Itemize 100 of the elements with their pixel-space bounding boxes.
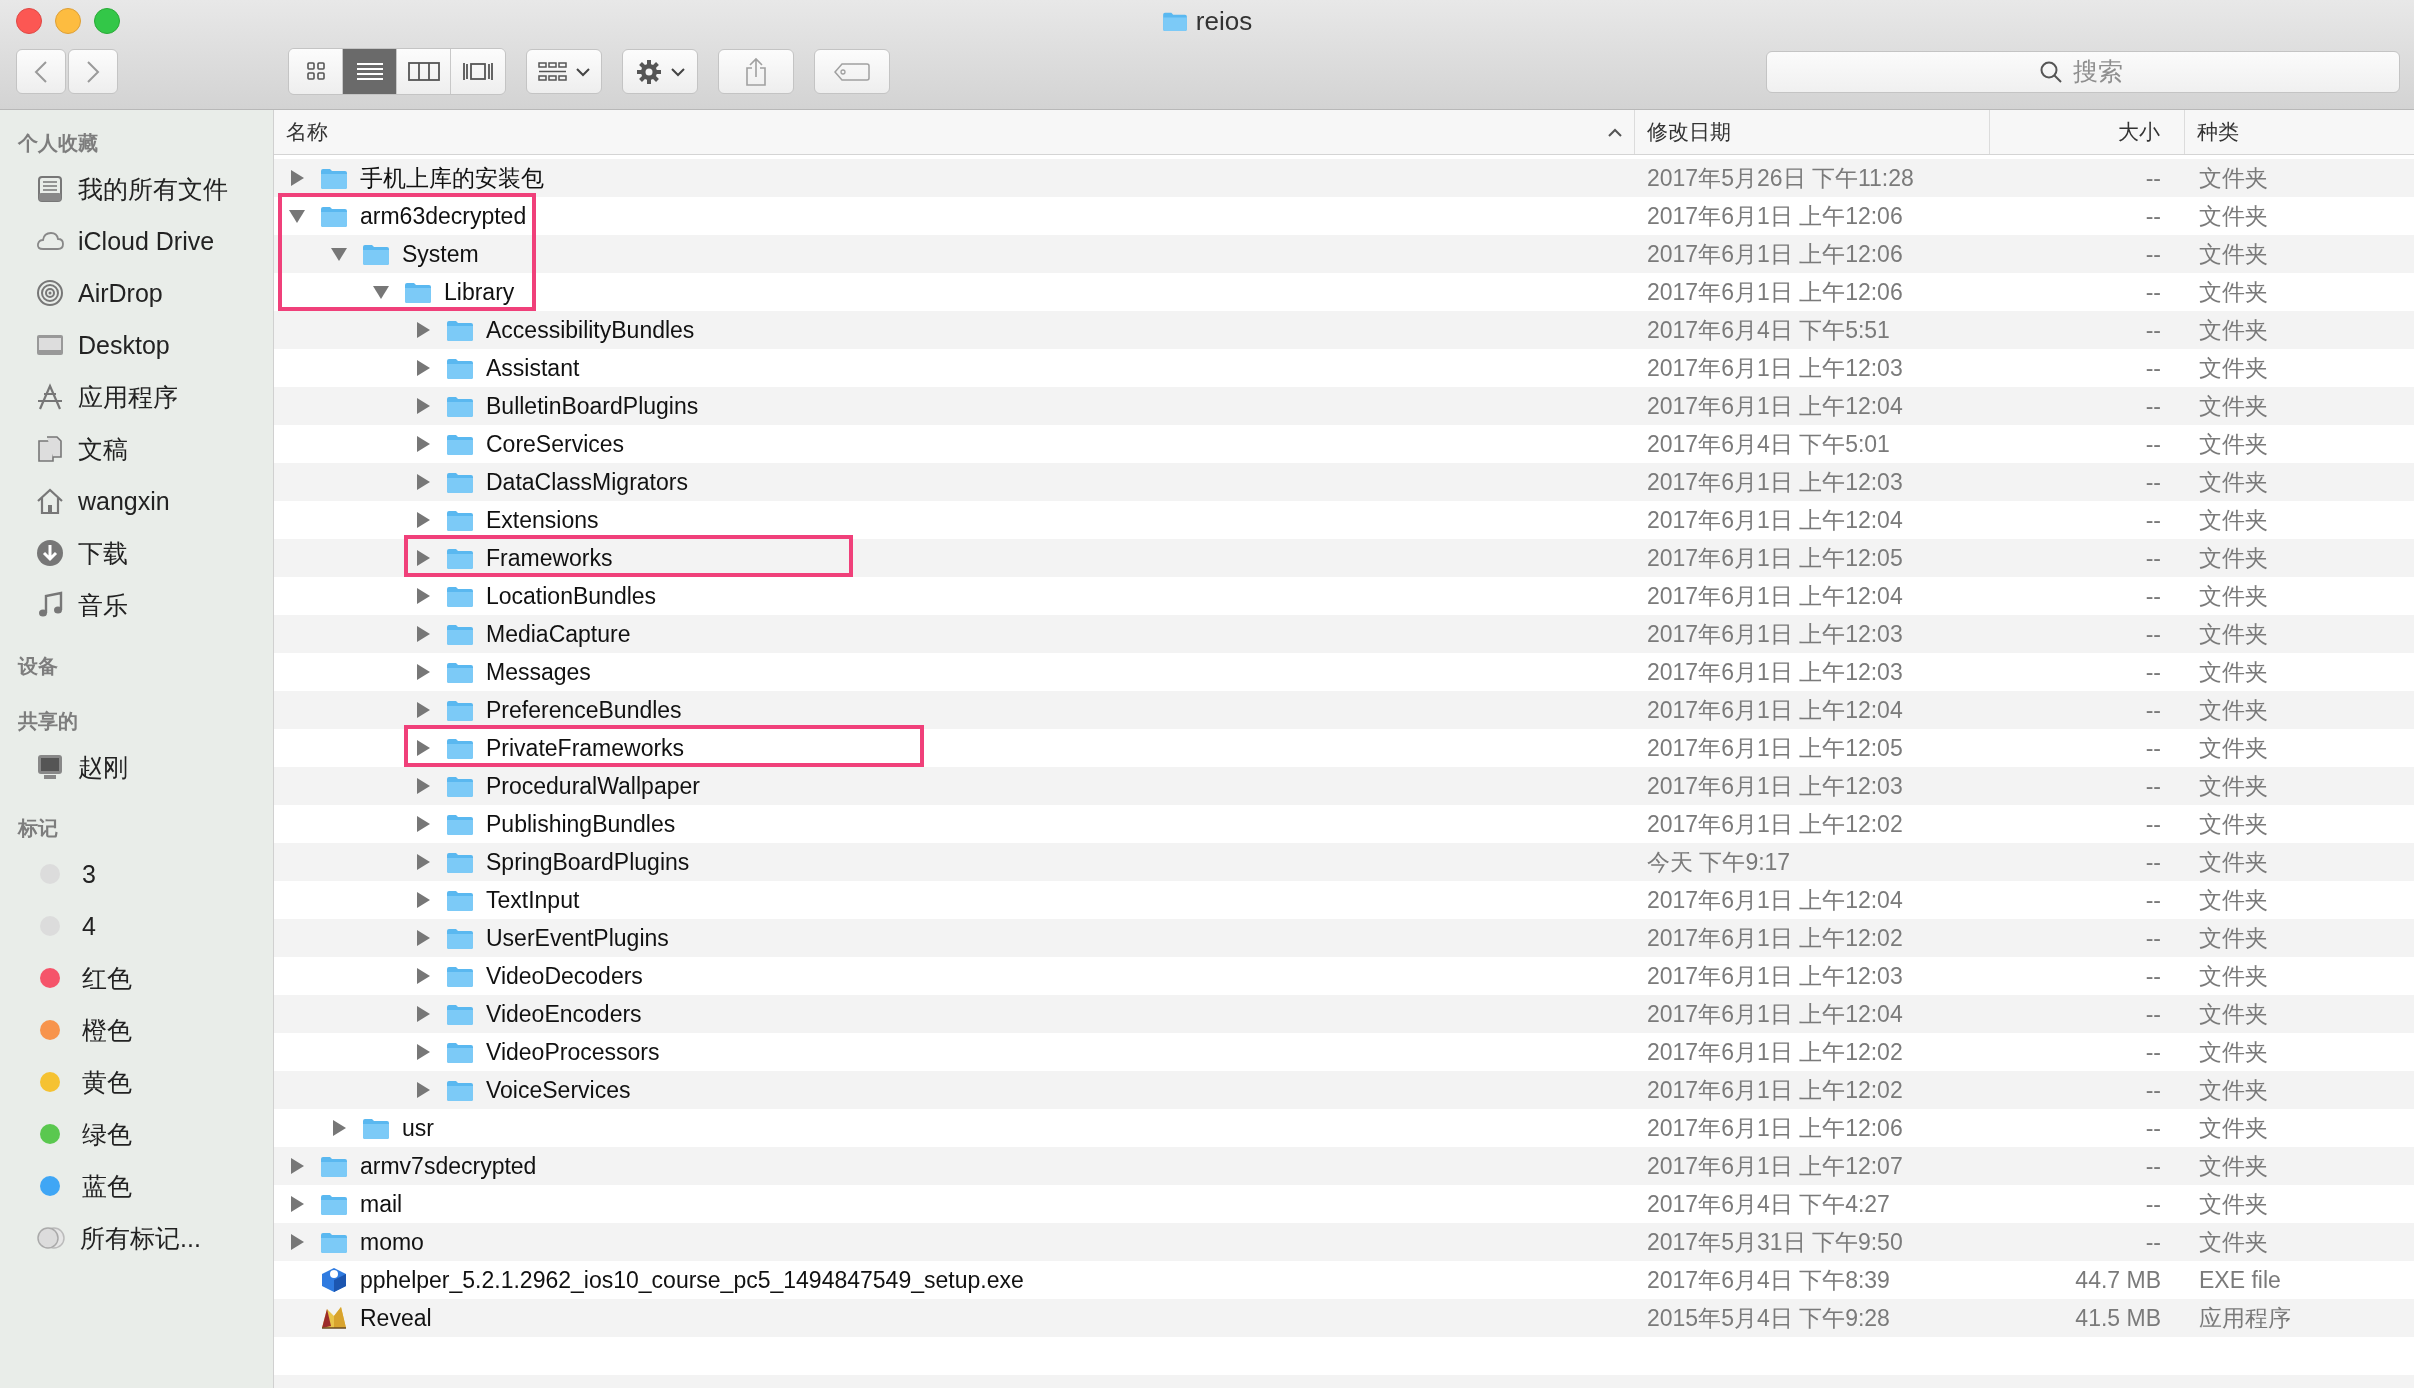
file-name[interactable]: pphelper_5.2.1.2962_ios10_course_pc5_1494847549_setup.exe xyxy=(360,1266,1024,1294)
view-mode-button[interactable] xyxy=(289,49,343,94)
sidebar-item[interactable]: 橙色 xyxy=(0,1004,273,1056)
file-row[interactable]: System 2017年6月1日 上午12:06 -- 文件夹 xyxy=(274,235,2414,273)
action-button[interactable] xyxy=(622,49,698,94)
file-row[interactable]: VoiceServices 2017年6月1日 上午12:02 -- 文件夹 xyxy=(274,1071,2414,1109)
file-name[interactable]: PrivateFrameworks xyxy=(486,734,685,762)
file-name[interactable]: CoreServices xyxy=(486,430,625,458)
file-row[interactable]: UserEventPlugins 2017年6月1日 上午12:02 -- 文件夹 xyxy=(274,919,2414,957)
file-name[interactable]: AccessibilityBundles xyxy=(486,316,695,344)
sidebar-item[interactable]: 3 xyxy=(0,848,273,900)
sidebar-item[interactable]: 我的所有文件 xyxy=(0,163,273,215)
file-row[interactable]: AccessibilityBundles 2017年6月4日 下午5:51 -- 文件夹 xyxy=(274,311,2414,349)
disclosure-triangle-right-icon[interactable] xyxy=(414,359,432,377)
file-name[interactable]: VoiceServices xyxy=(486,1076,631,1104)
disclosure-triangle-right-icon[interactable] xyxy=(414,549,432,567)
sidebar-item[interactable]: AirDrop xyxy=(0,267,273,319)
disclosure-triangle-right-icon[interactable] xyxy=(414,587,432,605)
file-name[interactable]: mail xyxy=(360,1190,403,1218)
file-name[interactable]: Messages xyxy=(486,658,591,686)
file-name[interactable]: MediaCapture xyxy=(486,620,631,648)
disclosure-triangle-right-icon[interactable] xyxy=(414,891,432,909)
disclosure-triangle-right-icon[interactable] xyxy=(414,435,432,453)
view-mode-button[interactable] xyxy=(397,49,451,94)
disclosure-triangle-right-icon[interactable] xyxy=(414,967,432,985)
file-name[interactable]: BulletinBoardPlugins xyxy=(486,392,699,420)
share-button[interactable] xyxy=(718,49,794,94)
disclosure-triangle-right-icon[interactable] xyxy=(414,929,432,947)
file-name[interactable]: VideoDecoders xyxy=(486,962,643,990)
file-row[interactable]: ProceduralWallpaper 2017年6月1日 上午12:03 -- 文件夹 xyxy=(274,767,2414,805)
file-name[interactable]: momo xyxy=(360,1228,424,1256)
sidebar-item[interactable]: 应用程序 xyxy=(0,371,273,423)
file-name[interactable]: Extensions xyxy=(486,506,599,534)
file-name[interactable]: VideoProcessors xyxy=(486,1038,660,1066)
file-name[interactable]: Frameworks xyxy=(486,544,613,572)
file-name[interactable]: ProceduralWallpaper xyxy=(486,772,700,800)
close-button[interactable] xyxy=(16,8,42,34)
file-row[interactable]: BulletinBoardPlugins 2017年6月1日 上午12:04 -- 文件夹 xyxy=(274,387,2414,425)
sidebar-item[interactable]: 红色 xyxy=(0,952,273,1004)
column-header[interactable]: 大小 xyxy=(1990,110,2185,154)
sidebar-item[interactable]: 蓝色 xyxy=(0,1160,273,1212)
sidebar-item[interactable]: 文稿 xyxy=(0,423,273,475)
view-mode-button[interactable] xyxy=(451,49,505,94)
disclosure-triangle-right-icon[interactable] xyxy=(414,473,432,491)
file-row[interactable]: Reveal 2015年5月4日 下午9:28 41.5 MB 应用程序 xyxy=(274,1299,2414,1337)
file-name[interactable]: PublishingBundles xyxy=(486,810,676,838)
file-name[interactable]: LocationBundles xyxy=(486,582,657,610)
file-row[interactable]: VideoEncoders 2017年6月1日 上午12:04 -- 文件夹 xyxy=(274,995,2414,1033)
disclosure-triangle-down-icon[interactable] xyxy=(372,283,390,301)
file-row[interactable]: PreferenceBundles 2017年6月1日 上午12:04 -- 文件夹 xyxy=(274,691,2414,729)
file-name[interactable]: DataClassMigrators xyxy=(486,468,688,496)
disclosure-triangle-right-icon[interactable] xyxy=(288,1157,306,1175)
arrange-button[interactable] xyxy=(526,49,602,94)
file-name[interactable]: SpringBoardPlugins xyxy=(486,848,690,876)
forward-button[interactable] xyxy=(68,49,118,94)
disclosure-triangle-right-icon[interactable] xyxy=(330,1119,348,1137)
file-name[interactable]: System xyxy=(402,240,479,268)
sidebar-item[interactable]: wangxin xyxy=(0,475,273,527)
sidebar-item[interactable]: Desktop xyxy=(0,319,273,371)
disclosure-triangle-down-icon[interactable] xyxy=(330,245,348,263)
file-name[interactable]: Reveal xyxy=(360,1304,432,1332)
disclosure-triangle-down-icon[interactable] xyxy=(288,207,306,225)
disclosure-triangle-right-icon[interactable] xyxy=(414,1005,432,1023)
disclosure-triangle-right-icon[interactable] xyxy=(414,625,432,643)
file-row[interactable]: MediaCapture 2017年6月1日 上午12:03 -- 文件夹 xyxy=(274,615,2414,653)
disclosure-triangle-right-icon[interactable] xyxy=(414,777,432,795)
disclosure-triangle-right-icon[interactable] xyxy=(414,1043,432,1061)
disclosure-triangle-right-icon[interactable] xyxy=(288,169,306,187)
back-button[interactable] xyxy=(16,49,66,94)
file-row[interactable]: 手机上库的安装包 2017年5月26日 下午11:28 -- 文件夹 xyxy=(274,159,2414,197)
view-mode-button[interactable] xyxy=(343,49,397,94)
sidebar-item[interactable]: 下载 xyxy=(0,527,273,579)
file-row[interactable]: DataClassMigrators 2017年6月1日 上午12:03 -- 文件夹 xyxy=(274,463,2414,501)
file-name[interactable]: UserEventPlugins xyxy=(486,924,669,952)
disclosure-triangle-right-icon[interactable] xyxy=(414,321,432,339)
disclosure-triangle-right-icon[interactable] xyxy=(414,663,432,681)
disclosure-triangle-right-icon[interactable] xyxy=(414,853,432,871)
file-name[interactable]: armv7sdecrypted xyxy=(360,1152,537,1180)
disclosure-triangle-right-icon[interactable] xyxy=(414,1081,432,1099)
sidebar-item[interactable]: iCloud Drive xyxy=(0,215,273,267)
sidebar-item[interactable]: 绿色 xyxy=(0,1108,273,1160)
file-row[interactable]: momo 2017年5月31日 下午9:50 -- 文件夹 xyxy=(274,1223,2414,1261)
file-name[interactable]: Assistant xyxy=(486,354,580,382)
file-name[interactable]: usr xyxy=(402,1114,434,1142)
disclosure-triangle-right-icon[interactable] xyxy=(288,1233,306,1251)
column-header[interactable]: 种类 xyxy=(2185,110,2414,154)
file-name[interactable]: PreferenceBundles xyxy=(486,696,682,724)
file-row[interactable]: Frameworks 2017年6月1日 上午12:05 -- 文件夹 xyxy=(274,539,2414,577)
file-row[interactable]: SpringBoardPlugins 今天 下午9:17 -- 文件夹 xyxy=(274,843,2414,881)
file-name[interactable]: TextInput xyxy=(486,886,580,914)
disclosure-triangle-right-icon[interactable] xyxy=(414,701,432,719)
search-field[interactable]: 搜索 xyxy=(1766,50,2400,93)
zoom-button[interactable] xyxy=(94,8,120,34)
file-name[interactable]: VideoEncoders xyxy=(486,1000,642,1028)
disclosure-triangle-right-icon[interactable] xyxy=(414,397,432,415)
sidebar-item[interactable]: 音乐 xyxy=(0,579,273,631)
disclosure-triangle-right-icon[interactable] xyxy=(414,511,432,529)
file-name[interactable]: 手机上库的安装包 xyxy=(360,162,544,194)
file-row[interactable]: armv7sdecrypted 2017年6月1日 上午12:07 -- 文件夹 xyxy=(274,1147,2414,1185)
column-header[interactable]: 名称 xyxy=(274,110,1635,154)
